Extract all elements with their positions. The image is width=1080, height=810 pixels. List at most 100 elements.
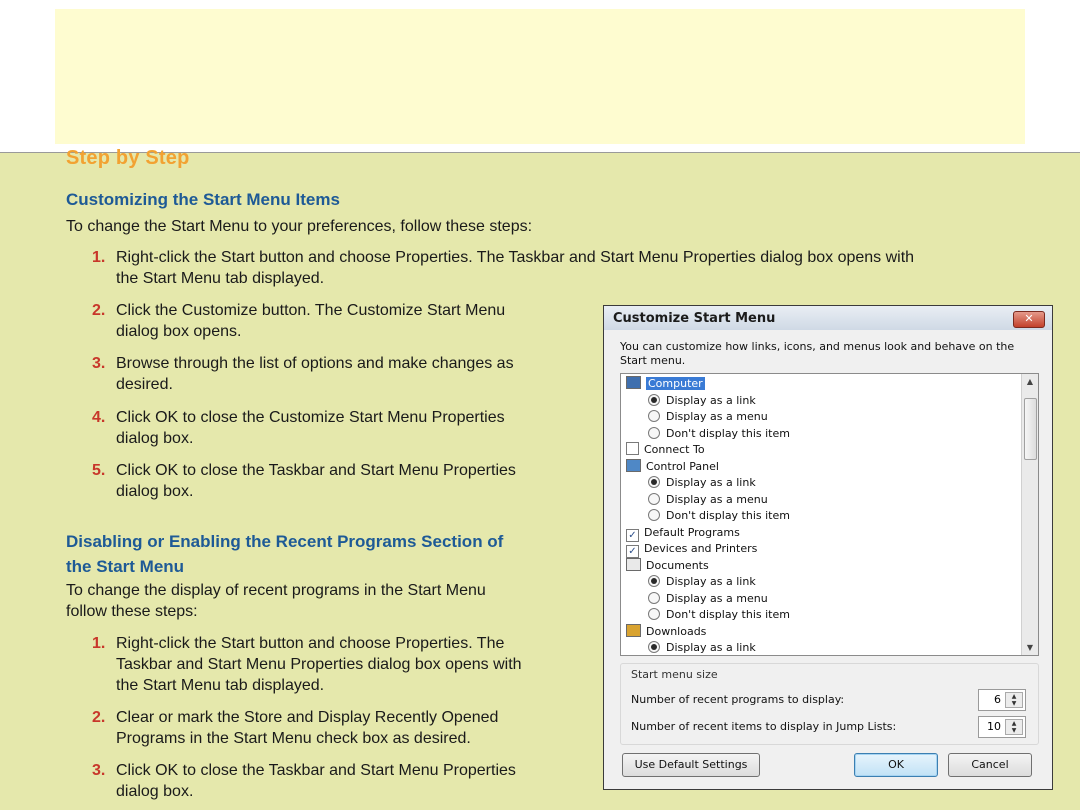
option-label: Don't display this item — [666, 426, 790, 440]
scroll-thumb[interactable] — [1024, 398, 1037, 460]
section1-step-3: 3. Browse through the list of options and… — [92, 353, 514, 395]
option-label: Control Panel — [646, 459, 719, 473]
step-text: Click OK to close the Taskbar and Start … — [116, 762, 516, 779]
intro-line: follow these steps: — [66, 603, 198, 620]
radio-button[interactable] — [648, 393, 660, 406]
recent-programs-spinner[interactable]: 6 ▲ ▼ — [978, 689, 1026, 711]
dialog-intro: You can customize how links, icons, and … — [620, 340, 1015, 367]
option-checkbox[interactable]: Connect To — [626, 442, 705, 458]
option-label: Connect To — [644, 443, 705, 456]
step-text: Taskbar and Start Menu Properties dialog… — [116, 656, 522, 673]
recent-programs-label: Number of recent programs to display: — [631, 693, 845, 706]
step-text: Programs in the Start Menu check box as … — [116, 730, 471, 747]
step-text: Click the Customize button. The Customiz… — [116, 302, 506, 319]
documents-icon — [626, 557, 641, 571]
option-radio[interactable]: Display as a link — [648, 640, 756, 655]
cancel-button[interactable]: Cancel — [948, 753, 1032, 777]
spinner-value: 10 — [987, 720, 1001, 733]
section2-intro: To change the display of recent programs… — [66, 580, 486, 622]
close-icon[interactable]: ✕ — [1013, 311, 1045, 328]
option-label: Don't display this item — [666, 608, 790, 621]
step-number: 2. — [92, 302, 106, 319]
section2-title-line: the Start Menu — [66, 557, 185, 576]
option-label: Display as a menu — [666, 410, 768, 423]
list-scrollbar[interactable]: ▲ ▼ — [1021, 374, 1038, 655]
dialog-title-bar[interactable]: Customize Start Menu ✕ — [604, 306, 1052, 330]
section1-intro: To change the Start Menu to your prefere… — [66, 218, 533, 235]
start-menu-size-group: Start menu size Number of recent program… — [620, 663, 1039, 745]
option-category[interactable]: Documents — [626, 557, 709, 574]
option-label: Downloads — [646, 624, 707, 638]
scroll-down-icon[interactable]: ▼ — [1022, 643, 1038, 652]
option-radio[interactable]: Don't display this item — [648, 426, 790, 442]
section2-step-2: 2. Clear or mark the Store and Display Re… — [92, 707, 498, 749]
step-number: 4. — [92, 409, 106, 426]
section2-step-3: 3. Click OK to close the Taskbar and Star… — [92, 760, 516, 802]
step-text: dialog box. — [116, 430, 194, 447]
option-category[interactable]: Computer — [626, 376, 705, 392]
option-radio[interactable]: Display as a menu — [648, 492, 768, 508]
radio-button[interactable] — [648, 641, 660, 653]
step-number: 1. — [92, 249, 106, 266]
step-number: 1. — [92, 635, 106, 652]
radio-button[interactable] — [648, 509, 660, 521]
step-number: 5. — [92, 462, 106, 479]
step-text: Click OK to close the Customize Start Me… — [116, 409, 505, 426]
radio-button[interactable] — [648, 410, 660, 422]
step-number: 2. — [92, 709, 106, 726]
option-radio[interactable]: Display as a link — [648, 475, 756, 491]
option-radio[interactable]: Display as a link — [648, 393, 756, 409]
option-label: Display as a link — [666, 393, 756, 407]
option-label: Display as a link — [666, 641, 756, 654]
option-checkbox[interactable]: ✓ Default Programs — [626, 525, 740, 542]
spinner-value: 6 — [994, 693, 1001, 706]
scroll-up-icon[interactable]: ▲ — [1022, 377, 1038, 386]
section1-title: Customizing the Start Menu Items — [66, 190, 340, 209]
checkbox[interactable] — [626, 442, 639, 455]
radio-button[interactable] — [648, 476, 660, 488]
title-banner — [55, 9, 1025, 144]
option-label: Display as a menu — [666, 492, 768, 506]
option-label: Don't display this item — [666, 509, 790, 522]
radio-button[interactable] — [648, 591, 660, 604]
step-by-step-heading: Step by Step — [66, 147, 190, 169]
intro-line: To change the display of recent programs… — [66, 582, 486, 599]
radio-button[interactable] — [648, 426, 660, 439]
radio-button[interactable] — [648, 608, 660, 620]
step-text: Right-click the Start button and choose … — [116, 249, 915, 266]
option-label: Display as a link — [666, 476, 756, 489]
option-radio[interactable]: Don't display this item — [648, 607, 790, 623]
option-radio[interactable]: Display as a menu — [648, 409, 768, 425]
radio-button[interactable] — [648, 575, 660, 587]
option-label: Devices and Printers — [644, 542, 758, 555]
section2-step-1: 1. Right-click the Start button and choos… — [92, 633, 522, 696]
option-label: Documents — [646, 558, 709, 572]
section1-step-1: 1. Right-click the Start button and choos… — [92, 247, 914, 289]
section1-step-5: 5. Click OK to close the Taskbar and Star… — [92, 460, 516, 502]
radio-button[interactable] — [648, 492, 660, 505]
spinner-arrows-icon[interactable]: ▲ ▼ — [1005, 692, 1023, 708]
option-radio[interactable]: Don't display this item — [648, 508, 790, 524]
step-text: Right-click the Start button and choose … — [116, 635, 505, 652]
step-text: Browse through the list of options and m… — [116, 355, 514, 372]
option-category[interactable]: Control Panel — [626, 458, 719, 475]
step-text: dialog box. — [116, 783, 194, 800]
ok-button[interactable]: OK — [854, 753, 938, 777]
section1-step-2: 2. Click the Customize button. The Custom… — [92, 300, 505, 342]
option-category[interactable]: Downloads — [626, 623, 707, 640]
jump-list-label: Number of recent items to display in Jum… — [631, 720, 897, 733]
spinner-arrows-icon[interactable]: ▲ ▼ — [1005, 719, 1023, 735]
option-checkbox[interactable]: ✓ Devices and Printers — [626, 541, 758, 558]
jump-list-spinner[interactable]: 10 ▲ ▼ — [978, 716, 1026, 738]
option-label: Default Programs — [644, 525, 740, 539]
group-label: Start menu size — [631, 668, 718, 681]
step-text: dialog box. — [116, 483, 194, 500]
control-panel-icon — [626, 458, 641, 472]
checkbox[interactable]: ✓ — [626, 528, 639, 542]
checkbox[interactable]: ✓ — [626, 545, 639, 558]
use-default-settings-button[interactable]: Use Default Settings — [622, 753, 760, 777]
option-radio[interactable]: Display as a link — [648, 574, 756, 590]
step-text: Click OK to close the Taskbar and Start … — [116, 462, 516, 479]
options-list[interactable]: ▲ ▼ Computer Display as a link Display as … — [620, 373, 1039, 656]
option-radio[interactable]: Display as a menu — [648, 591, 768, 607]
